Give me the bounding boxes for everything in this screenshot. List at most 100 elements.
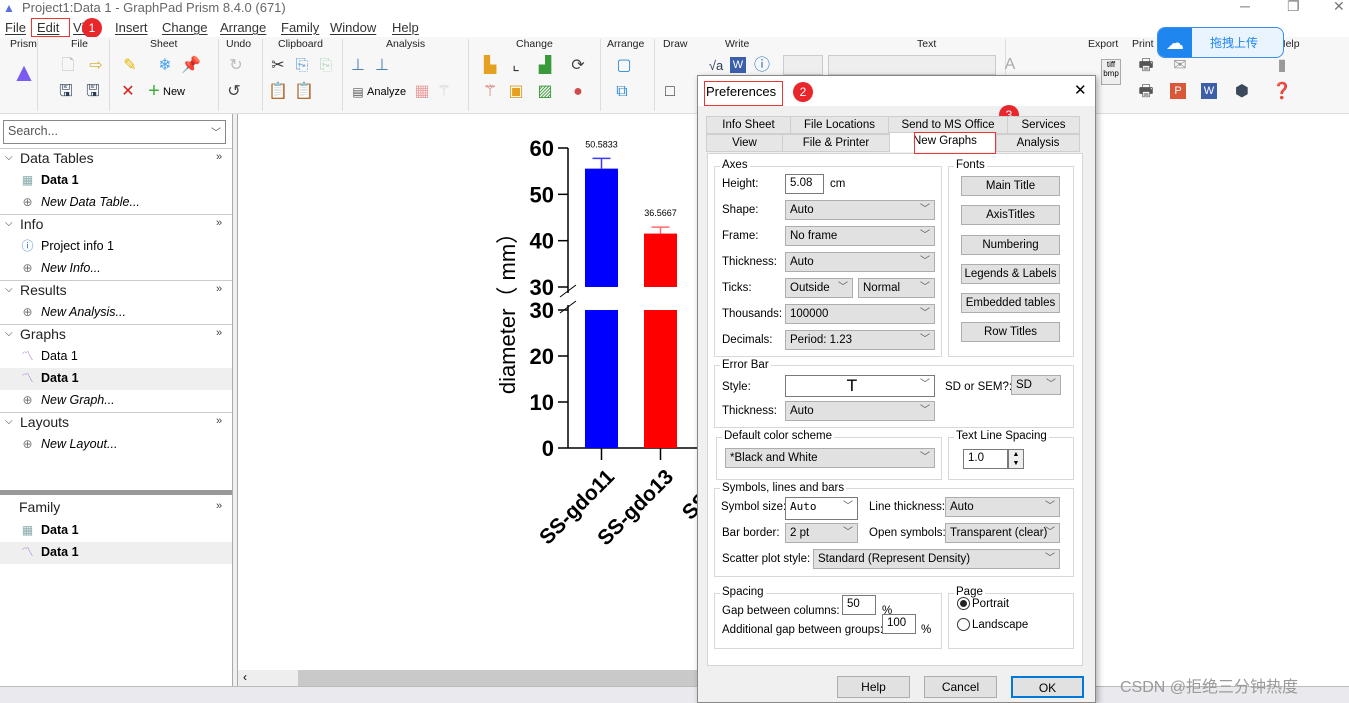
line-thickness-select[interactable]: Auto <box>945 497 1060 517</box>
word-icon[interactable]: W <box>730 57 746 73</box>
scatter-style-select[interactable]: Standard (Represent Density) <box>813 549 1060 569</box>
thousands-select[interactable]: 100000 <box>785 304 935 324</box>
sidebar-item-new-info[interactable]: ⊕ New Info... <box>0 258 232 280</box>
spinner-arrows-icon[interactable]: ▲ ▼ <box>1008 449 1024 469</box>
sidebar-item-new-layout[interactable]: ⊕ New Layout... <box>0 434 232 456</box>
gap-columns-input[interactable]: 50 <box>842 595 876 615</box>
section-results[interactable]: ⌵ Results » <box>0 280 232 302</box>
ticks-length-select[interactable]: Normal <box>858 278 935 298</box>
analysis-icon[interactable]: ⊥ <box>348 57 368 75</box>
arrange-icon[interactable]: ⧉ <box>612 83 632 101</box>
rectangle-icon[interactable]: □ <box>660 83 680 101</box>
print-icon[interactable]: 🖶 <box>1136 57 1156 75</box>
additional-gap-input[interactable]: 100 <box>882 614 916 634</box>
equation-icon[interactable]: √a <box>705 57 727 75</box>
axis-titles-font-button[interactable]: AxisTitles <box>961 205 1060 225</box>
new-file-icon[interactable]: 🗋 <box>58 57 78 75</box>
minimize-button[interactable]: ─ <box>1240 0 1250 14</box>
book-icon[interactable]: ▮ <box>1272 57 1292 75</box>
menu-file[interactable]: File <box>5 20 26 35</box>
undo-icon[interactable]: ↺ <box>224 83 244 101</box>
symbol-size-select[interactable]: Auto <box>785 497 858 520</box>
font-color-icon[interactable]: A <box>1000 56 1020 74</box>
sidebar-item-graph-data-1[interactable]: 〽 Data 1 <box>0 346 232 368</box>
section-graphs[interactable]: ⌵ Graphs » <box>0 324 232 346</box>
main-title-font-button[interactable]: Main Title <box>961 176 1060 196</box>
cut-icon[interactable]: ✂ <box>268 57 288 75</box>
section-layouts[interactable]: ⌵ Layouts » <box>0 412 232 434</box>
bar-border-select[interactable]: 2 pt <box>785 523 858 543</box>
height-input[interactable]: 5.08 <box>785 174 824 194</box>
axes-icon[interactable]: ⌞ <box>506 57 526 75</box>
axis-thickness-select[interactable]: Auto <box>785 252 935 272</box>
menu-insert[interactable]: Insert <box>115 20 148 35</box>
save-icon[interactable]: 🖫 <box>56 83 76 101</box>
embedded-tables-font-button[interactable]: Embedded tables <box>961 293 1060 313</box>
expand-icon[interactable]: » <box>216 415 222 427</box>
sidebar-item-project-info[interactable]: ⓘ Project info 1 <box>0 236 232 258</box>
search-input[interactable]: Search... <box>3 120 226 144</box>
word-export-icon[interactable]: W <box>1201 83 1217 99</box>
ok-button[interactable]: OK <box>1011 676 1084 698</box>
cancel-button[interactable]: Cancel <box>924 676 997 698</box>
table-icon[interactable]: ▦ <box>412 83 432 101</box>
add-data-icon[interactable]: ▣ <box>506 83 526 101</box>
wand-icon[interactable]: ⚚ <box>434 83 454 101</box>
sidebar-item-new-analysis[interactable]: ⊕ New Analysis... <box>0 302 232 324</box>
font-size-select[interactable] <box>783 55 823 75</box>
export-icon[interactable]: tiff bmp <box>1101 59 1121 85</box>
section-info[interactable]: ⌵ Info » <box>0 214 232 236</box>
pane-splitter[interactable] <box>0 490 232 495</box>
landscape-radio[interactable] <box>957 618 970 631</box>
color-scheme-icon[interactable]: ● <box>568 83 588 101</box>
analysis-params-icon[interactable]: ⊥ <box>372 57 392 75</box>
tab-view[interactable]: View <box>706 134 783 152</box>
sidebar-item-graph-data-1-selected[interactable]: 〽 Data 1 <box>0 368 232 390</box>
powerpoint-icon[interactable]: P <box>1170 83 1186 99</box>
analyze-button[interactable]: Analyze <box>367 86 406 98</box>
help-button[interactable]: Help <box>837 676 910 698</box>
menu-arrange[interactable]: Arrange <box>220 20 266 35</box>
tab-info-sheet[interactable]: Info Sheet <box>706 116 791 134</box>
ticks-direction-select[interactable]: Outside <box>785 278 853 298</box>
import-file-icon[interactable]: ⇨ <box>86 57 106 75</box>
error-thickness-select[interactable]: Auto <box>785 401 935 421</box>
paste-icon[interactable]: 📋 <box>268 83 288 101</box>
error-bar-style-select[interactable] <box>785 375 935 397</box>
snowflake-icon[interactable]: ❄ <box>155 57 175 75</box>
prism-logo-icon[interactable]: ▲ <box>9 59 39 85</box>
new-sheet-button[interactable]: New <box>163 86 185 98</box>
tab-file-printer[interactable]: File & Printer <box>782 134 890 152</box>
email-icon[interactable]: ✉ <box>1170 57 1190 75</box>
numbering-font-button[interactable]: Numbering <box>961 235 1060 255</box>
family-item-graph[interactable]: 〽 Data 1 <box>0 542 232 564</box>
chevron-down-icon[interactable]: ﹀ <box>211 124 221 139</box>
scroll-left-icon[interactable]: ‹ <box>238 670 298 686</box>
sidebar-item-new-data-table[interactable]: ⊕ New Data Table... <box>0 192 232 214</box>
menu-family[interactable]: Family <box>281 20 319 35</box>
color-scheme-select[interactable]: *Black and White <box>725 448 935 468</box>
help-icon[interactable]: ❓ <box>1272 83 1292 101</box>
expand-icon[interactable]: » <box>216 151 222 163</box>
analyze-icon[interactable]: ▤ <box>348 83 368 101</box>
dialog-close-button[interactable]: ✕ <box>1074 81 1087 99</box>
bar-chart-icon[interactable]: ▟ <box>535 57 555 75</box>
decimals-select[interactable]: Period: 1.23 <box>785 330 935 350</box>
magic-wand-icon[interactable]: ⚚ <box>480 83 500 101</box>
print-preview-icon[interactable]: 🖶 <box>1136 83 1156 101</box>
swap-icon[interactable]: ⟳ <box>568 57 588 75</box>
delete-icon[interactable]: ✕ <box>118 83 138 101</box>
open-symbols-select[interactable]: Transparent (clear) <box>945 523 1060 543</box>
expand-icon[interactable]: » <box>216 327 222 339</box>
upload-widget[interactable]: ☁ 拖拽上传 <box>1157 27 1284 58</box>
chart-type-icon[interactable]: ▙ <box>480 57 500 75</box>
horizontal-scrollbar[interactable]: ‹ <box>238 670 698 686</box>
cube-icon[interactable]: ⬢ <box>1232 83 1252 101</box>
graph-format-icon[interactable]: ▨ <box>535 83 555 101</box>
menu-help[interactable]: Help <box>392 20 419 35</box>
tab-file-locations[interactable]: File Locations <box>790 116 889 134</box>
expand-icon[interactable]: » <box>216 500 222 512</box>
sd-sem-select[interactable]: SD <box>1011 375 1061 395</box>
menu-change[interactable]: Change <box>162 20 208 35</box>
tab-analysis[interactable]: Analysis <box>996 134 1080 152</box>
